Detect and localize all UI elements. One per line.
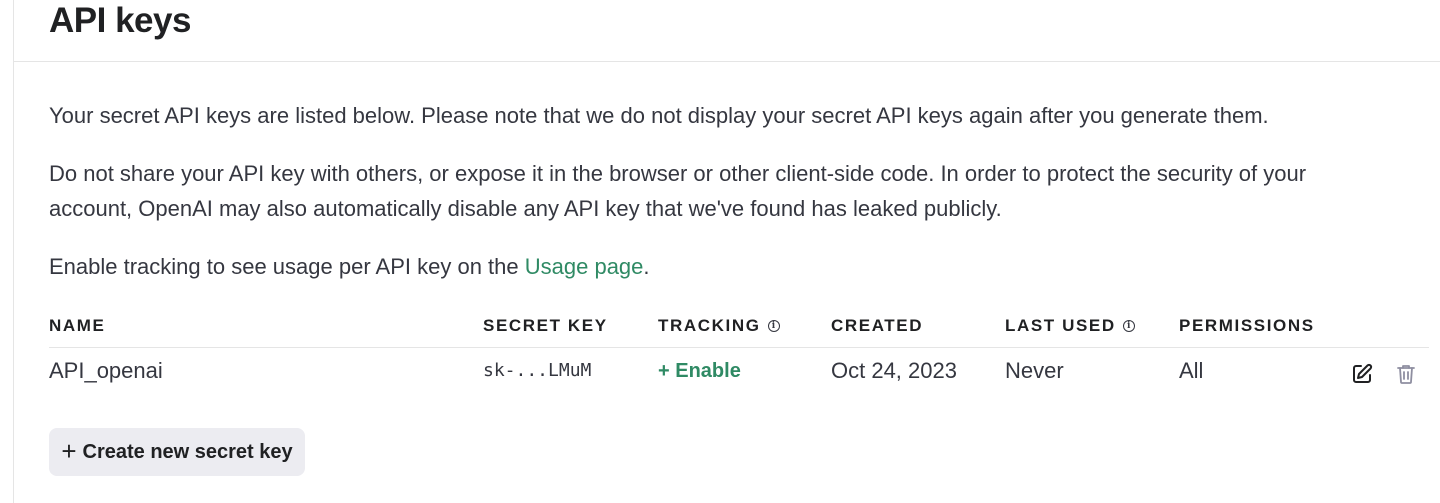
last-used-info-icon[interactable]: i — [1122, 320, 1135, 332]
column-header-last-used-label: LAST USED — [1005, 316, 1116, 335]
tracking-note-text: Enable tracking to see usage per API key… — [49, 254, 525, 279]
enable-tracking-button[interactable]: + Enable — [658, 360, 741, 383]
edit-icon — [1353, 363, 1373, 383]
edit-key-button[interactable] — [1350, 362, 1374, 386]
intro-paragraph-1: Your secret API keys are listed below. P… — [49, 103, 1269, 128]
left-border — [13, 0, 14, 503]
create-secret-key-button[interactable]: + Create new secret key — [49, 428, 305, 476]
tracking-note-period: . — [643, 254, 650, 279]
table-row: API_openai sk-...LMuM + Enable Oct 24, 2… — [49, 348, 1429, 398]
trash-icon — [1397, 365, 1415, 384]
tracking-info-icon[interactable]: i — [767, 320, 780, 332]
intro-paragraph-3: Enable tracking to see usage per API key… — [49, 249, 1389, 284]
plus-icon: + — [61, 436, 77, 466]
delete-key-button[interactable] — [1394, 362, 1418, 386]
key-name-cell: API_openai — [49, 358, 163, 383]
page-title: API keys — [49, 1, 191, 40]
table-header: NAME SECRET KEY TRACKING i CREATED LAST … — [49, 310, 1313, 348]
column-header-name: NAME — [49, 316, 105, 336]
column-header-name-label: NAME — [49, 316, 106, 335]
create-secret-key-label: Create new secret key — [82, 440, 293, 463]
last-used-cell: Never — [1005, 358, 1064, 383]
permissions-cell: All — [1179, 358, 1204, 383]
column-header-permissions-label: PERMISSIONS — [1179, 316, 1315, 335]
column-header-created-label: CREATED — [831, 316, 924, 335]
secret-key-cell: sk-...LMuM — [483, 360, 592, 381]
column-header-secret-key-label: SECRET KEY — [483, 316, 608, 335]
column-header-secret-key: SECRET KEY — [483, 316, 608, 336]
usage-page-link[interactable]: Usage page — [525, 254, 644, 279]
column-header-permissions: PERMISSIONS — [1179, 316, 1315, 336]
column-header-created: CREATED — [831, 316, 923, 336]
api-keys-table: NAME SECRET KEY TRACKING i CREATED LAST … — [49, 310, 1429, 398]
column-header-last-used: LAST USED i — [1005, 316, 1135, 336]
column-header-tracking: TRACKING i — [658, 316, 780, 336]
column-header-tracking-label: TRACKING — [658, 316, 761, 335]
created-date-cell: Oct 24, 2023 — [831, 358, 957, 383]
page-header: API keys — [14, 0, 1440, 62]
intro-paragraph-2: Do not share your API key with others, o… — [49, 161, 1307, 221]
